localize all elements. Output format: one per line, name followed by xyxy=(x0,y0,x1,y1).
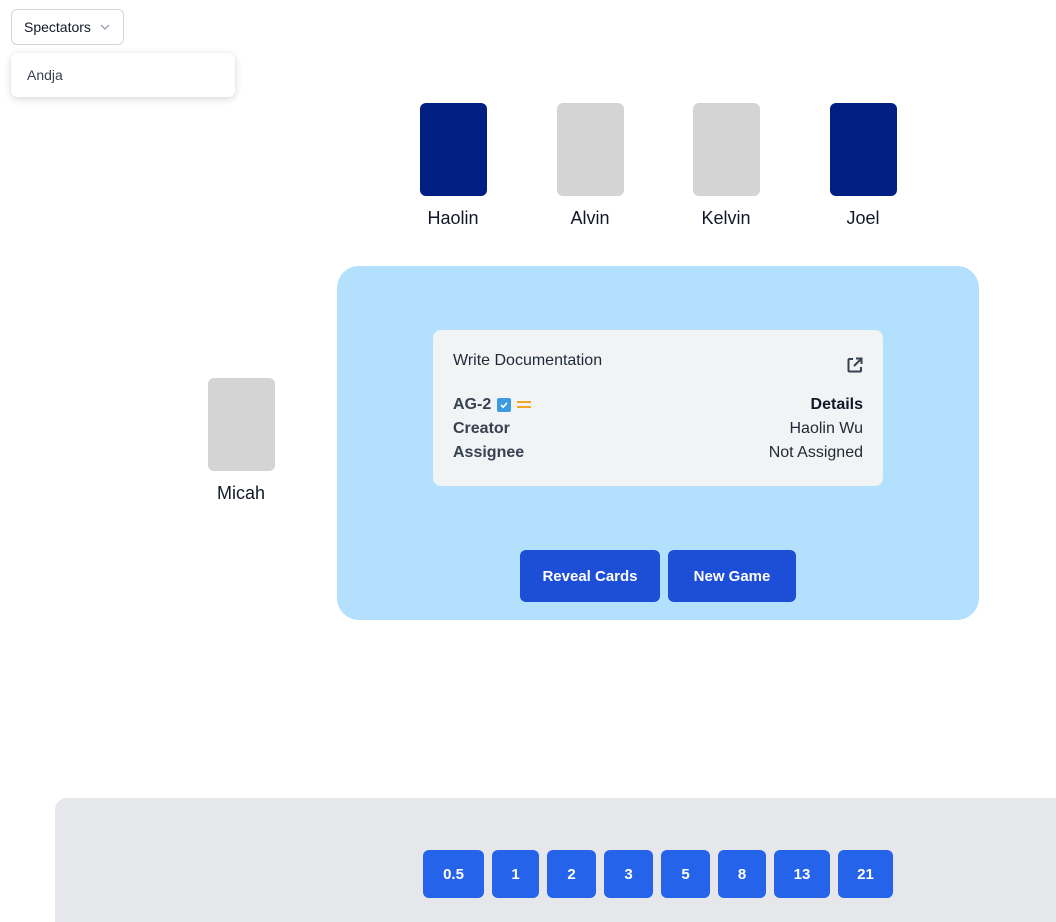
player-name: Micah xyxy=(216,483,265,503)
spectators-menu: Andja xyxy=(11,53,235,97)
deck-card-1[interactable]: 1 xyxy=(492,850,539,898)
deck-card-2[interactable]: 2 xyxy=(547,850,596,898)
card-deck: 0.5 1 2 3 5 8 13 21 xyxy=(55,798,1056,922)
assignee-label: Assignee xyxy=(453,444,525,461)
checkbox-icon xyxy=(497,398,512,412)
deck-card-13[interactable]: 13 xyxy=(774,850,830,898)
issue-key-row: AG-2 Details xyxy=(453,396,863,414)
spectators-label: Spectators xyxy=(24,19,91,35)
deck-card-0-5[interactable]: 0.5 xyxy=(423,850,484,898)
spectator-item: Andja xyxy=(27,67,63,83)
priority-medium-icon xyxy=(517,399,532,411)
deck-card-8[interactable]: 8 xyxy=(718,850,766,898)
player-card xyxy=(419,103,487,196)
details-link[interactable]: Details xyxy=(811,396,863,414)
issue-card: Write Documentation AG-2 Details Creator… xyxy=(433,330,883,486)
deck-card-21[interactable]: 21 xyxy=(838,850,893,898)
deck-card-5[interactable]: 5 xyxy=(661,850,710,898)
new-game-button[interactable]: New Game xyxy=(668,550,796,602)
issue-creator-row: Creator Haolin Wu xyxy=(453,420,863,438)
player-seat-micah: Micah xyxy=(196,378,286,504)
player-card xyxy=(556,103,624,196)
player-seat-alvin: Alvin xyxy=(545,103,635,229)
poker-table: Write Documentation AG-2 Details Creator… xyxy=(337,266,979,620)
issue-title: Write Documentation xyxy=(453,352,603,369)
chevron-down-icon xyxy=(100,24,110,30)
player-card xyxy=(692,103,760,196)
external-link-icon[interactable] xyxy=(846,356,864,374)
player-seat-joel: Joel xyxy=(818,103,908,229)
issue-key: AG-2 xyxy=(453,396,492,413)
player-card xyxy=(829,103,897,196)
player-name: Joel xyxy=(846,208,880,228)
player-seat-kelvin: Kelvin xyxy=(681,103,771,229)
creator-value: Haolin Wu xyxy=(789,420,863,437)
reveal-cards-button[interactable]: Reveal Cards xyxy=(520,550,660,602)
issue-assignee-row: Assignee Not Assigned xyxy=(453,444,863,462)
creator-label: Creator xyxy=(453,420,510,437)
issue-key-group: AG-2 xyxy=(453,396,532,414)
assignee-value: Not Assigned xyxy=(768,444,863,461)
player-card xyxy=(207,378,275,471)
player-name: Alvin xyxy=(570,208,610,228)
player-seat-haolin: Haolin xyxy=(408,103,498,229)
deck-card-3[interactable]: 3 xyxy=(604,850,653,898)
player-name: Kelvin xyxy=(701,208,751,228)
player-name: Haolin xyxy=(427,208,479,228)
spectators-dropdown-button[interactable]: Spectators xyxy=(11,9,124,45)
